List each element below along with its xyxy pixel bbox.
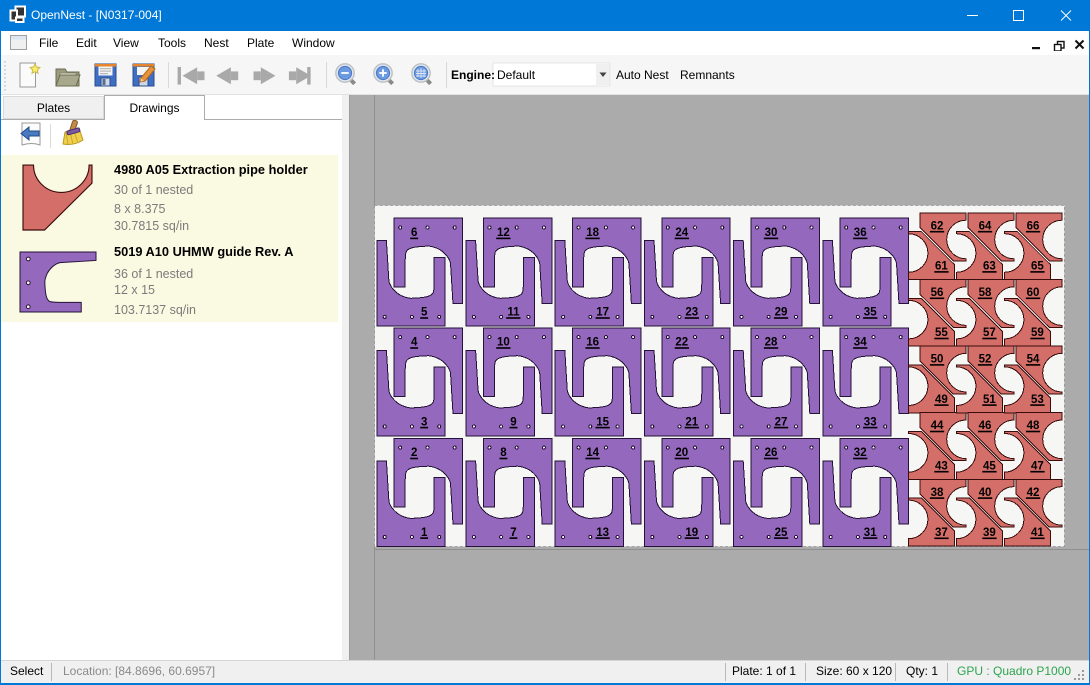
svg-text:39: 39 xyxy=(983,527,996,539)
svg-text:55: 55 xyxy=(935,327,948,339)
svg-text:9: 9 xyxy=(510,416,516,428)
svg-text:56: 56 xyxy=(931,287,944,299)
svg-text:46: 46 xyxy=(979,420,992,432)
svg-text:50: 50 xyxy=(931,354,944,366)
svg-text:26: 26 xyxy=(765,447,778,459)
svg-text:63: 63 xyxy=(983,261,996,273)
svg-text:51: 51 xyxy=(983,394,996,406)
svg-text:43: 43 xyxy=(935,460,948,472)
svg-text:7: 7 xyxy=(510,527,516,539)
svg-text:20: 20 xyxy=(675,447,688,459)
svg-text:12: 12 xyxy=(497,227,510,239)
svg-text:45: 45 xyxy=(983,460,996,472)
svg-text:41: 41 xyxy=(1031,527,1044,539)
svg-text:2: 2 xyxy=(411,447,417,459)
svg-text:38: 38 xyxy=(931,487,944,499)
svg-text:18: 18 xyxy=(586,227,599,239)
svg-text:48: 48 xyxy=(1027,420,1040,432)
svg-text:65: 65 xyxy=(1031,261,1044,273)
svg-text:58: 58 xyxy=(979,287,992,299)
svg-text:57: 57 xyxy=(983,327,996,339)
svg-text:21: 21 xyxy=(685,416,698,428)
svg-text:1: 1 xyxy=(421,527,428,539)
svg-text:33: 33 xyxy=(864,416,877,428)
svg-text:30: 30 xyxy=(765,227,778,239)
svg-text:22: 22 xyxy=(675,337,688,349)
svg-text:66: 66 xyxy=(1027,220,1040,232)
svg-text:27: 27 xyxy=(775,416,788,428)
svg-text:59: 59 xyxy=(1031,327,1044,339)
svg-text:14: 14 xyxy=(586,447,599,459)
svg-text:28: 28 xyxy=(765,337,778,349)
svg-text:44: 44 xyxy=(931,420,944,432)
svg-text:16: 16 xyxy=(586,337,599,349)
svg-text:60: 60 xyxy=(1027,287,1040,299)
svg-text:15: 15 xyxy=(596,416,609,428)
svg-text:23: 23 xyxy=(685,307,698,319)
svg-text:62: 62 xyxy=(931,220,944,232)
svg-text:35: 35 xyxy=(864,307,877,319)
svg-text:64: 64 xyxy=(979,220,992,232)
svg-text:24: 24 xyxy=(675,227,688,239)
svg-text:25: 25 xyxy=(775,527,788,539)
svg-text:17: 17 xyxy=(596,307,609,319)
svg-text:19: 19 xyxy=(685,527,698,539)
svg-text:36: 36 xyxy=(854,227,867,239)
svg-text:40: 40 xyxy=(979,487,992,499)
svg-text:3: 3 xyxy=(421,416,427,428)
svg-text:8: 8 xyxy=(500,447,507,459)
svg-text:13: 13 xyxy=(596,527,609,539)
svg-text:34: 34 xyxy=(854,337,867,349)
svg-text:47: 47 xyxy=(1031,460,1044,472)
svg-text:42: 42 xyxy=(1027,487,1040,499)
svg-text:29: 29 xyxy=(775,307,788,319)
svg-text:54: 54 xyxy=(1027,354,1040,366)
svg-text:49: 49 xyxy=(935,394,948,406)
svg-text:61: 61 xyxy=(935,261,948,273)
svg-text:52: 52 xyxy=(979,354,992,366)
svg-text:31: 31 xyxy=(864,527,877,539)
svg-text:4: 4 xyxy=(411,337,418,349)
svg-text:11: 11 xyxy=(507,307,520,319)
svg-text:10: 10 xyxy=(497,337,510,349)
svg-text:32: 32 xyxy=(854,447,867,459)
svg-text:5: 5 xyxy=(421,307,428,319)
svg-text:37: 37 xyxy=(935,527,948,539)
svg-text:53: 53 xyxy=(1031,394,1044,406)
svg-text:6: 6 xyxy=(411,227,417,239)
